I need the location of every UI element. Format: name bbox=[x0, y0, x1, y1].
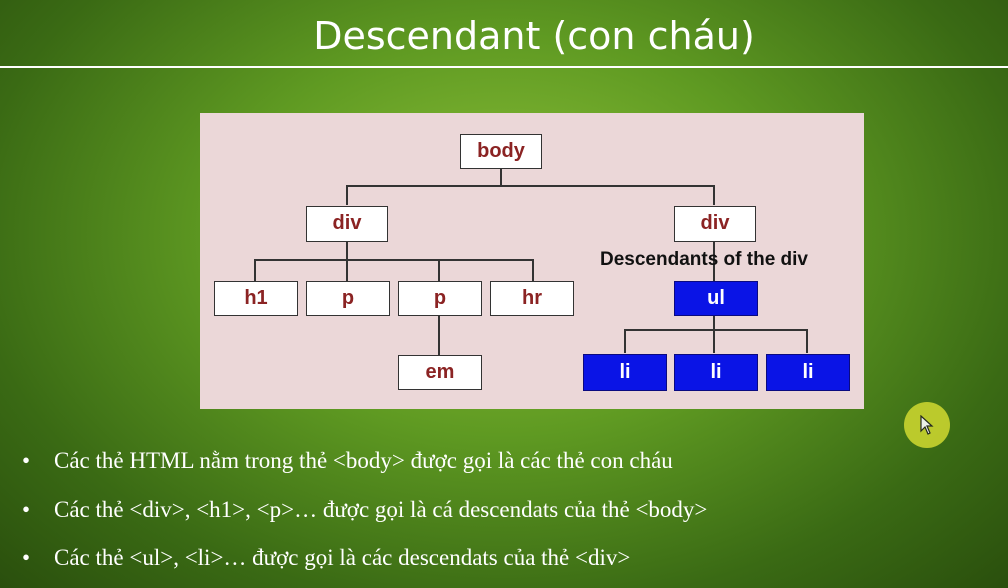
node-p: p bbox=[306, 281, 390, 316]
connector bbox=[438, 315, 440, 355]
bullet-item: • Các thẻ <ul>, <li>… được gọi là các des… bbox=[22, 545, 630, 571]
node-div-right: div bbox=[674, 206, 756, 242]
bullet-dot: • bbox=[22, 497, 31, 522]
node-hr: hr bbox=[490, 281, 574, 316]
connector bbox=[254, 259, 256, 281]
node-div-left: div bbox=[306, 206, 388, 242]
node-em: em bbox=[398, 355, 482, 390]
node-li: li bbox=[583, 354, 667, 391]
title-divider bbox=[0, 66, 1008, 68]
connector bbox=[438, 259, 440, 281]
descendants-label: Descendants of the div bbox=[600, 249, 808, 270]
connector bbox=[806, 329, 808, 353]
node-li: li bbox=[674, 354, 758, 391]
slide-title: Descendant (con cháu) bbox=[313, 14, 755, 58]
mouse-pointer-icon bbox=[904, 402, 950, 448]
node-p: p bbox=[398, 281, 482, 316]
dom-tree-diagram: body div div h1 p p hr em Descendants of… bbox=[200, 113, 864, 409]
node-ul: ul bbox=[674, 281, 758, 316]
bullet-dot: • bbox=[22, 545, 31, 570]
node-li: li bbox=[766, 354, 850, 391]
connector bbox=[254, 259, 534, 261]
bullet-text: Các thẻ <ul>, <li>… được gọi là các desc… bbox=[54, 545, 631, 570]
bullet-text: Các thẻ HTML nằm trong thẻ <body> được g… bbox=[54, 448, 673, 473]
connector bbox=[346, 259, 348, 281]
node-body: body bbox=[460, 134, 542, 169]
connector bbox=[346, 185, 714, 187]
connector bbox=[624, 329, 626, 353]
connector bbox=[346, 241, 348, 259]
connector bbox=[500, 168, 502, 185]
connector bbox=[713, 185, 715, 205]
bullet-text: Các thẻ <div>, <h1>, <p>… được gọi là cá… bbox=[54, 497, 708, 522]
connector bbox=[346, 185, 348, 205]
connector bbox=[713, 329, 715, 353]
connector bbox=[624, 329, 808, 331]
connector bbox=[532, 259, 534, 281]
connector bbox=[713, 316, 715, 329]
node-h1: h1 bbox=[214, 281, 298, 316]
bullet-item: • Các thẻ <div>, <h1>, <p>… được gọi là c… bbox=[22, 497, 707, 523]
bullet-item: • Các thẻ HTML nằm trong thẻ <body> được … bbox=[22, 448, 673, 474]
bullet-dot: • bbox=[22, 448, 31, 473]
